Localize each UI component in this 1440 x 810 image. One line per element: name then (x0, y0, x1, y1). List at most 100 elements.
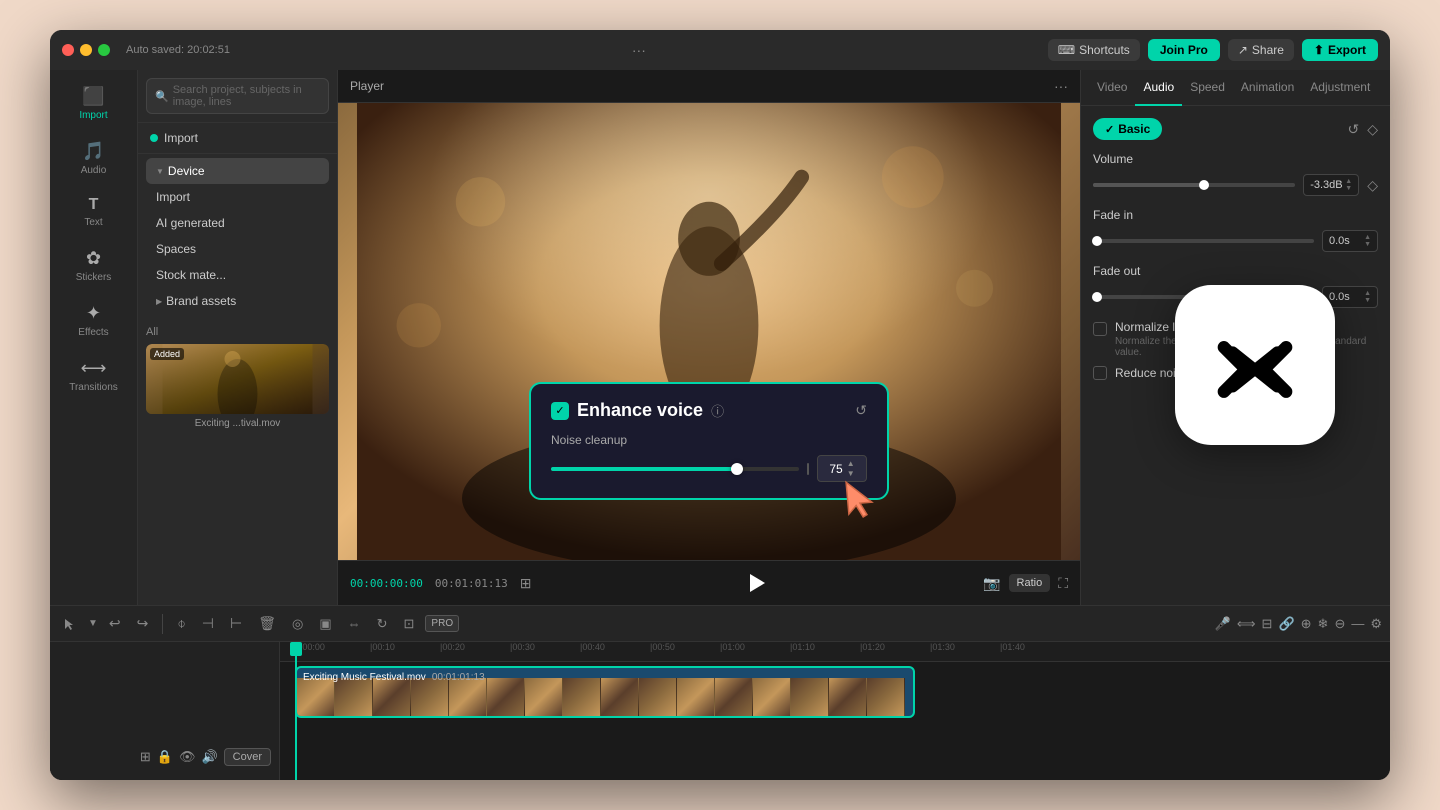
select-tool-button[interactable] (58, 613, 82, 635)
settings-button[interactable]: ⚙ (1370, 616, 1382, 632)
screenshot-icon[interactable]: 📷 (983, 575, 1000, 592)
lock-icon[interactable]: 🔒 (157, 749, 173, 765)
tool-import[interactable]: ⬛ Import (59, 78, 129, 129)
cover-button[interactable]: Cover (224, 748, 271, 766)
video-clip[interactable]: Exciting Music Festival.mov 00:01:01:13 (295, 666, 915, 718)
fi-down-arrow[interactable]: ▼ (1364, 241, 1371, 248)
fade-in-slider-row: 0.0s ▲ ▼ (1093, 230, 1378, 252)
export-button[interactable]: ⬆ Export (1302, 39, 1378, 61)
reduce-noise-checkbox[interactable] (1093, 366, 1107, 380)
sidebar-item-ai[interactable]: AI generated (146, 210, 329, 236)
trim-right-button[interactable]: ⊢ (225, 611, 247, 636)
tool-audio[interactable]: 🎵 Audio (59, 133, 129, 184)
clip-frames (297, 678, 913, 716)
title-bar: Auto saved: 20:02:51 ··· ⌨ Shortcuts Joi… (50, 30, 1390, 70)
clip-frame (753, 678, 791, 716)
fade-in-value[interactable]: 0.0s ▲ ▼ (1322, 230, 1378, 252)
sidebar-item-spaces[interactable]: Spaces (146, 236, 329, 262)
mirror-button[interactable]: ⇔ (343, 612, 366, 635)
fo-down-arrow[interactable]: ▼ (1364, 297, 1371, 304)
all-label: All (146, 326, 329, 338)
media-grid: All Added (138, 318, 337, 605)
clip-frame (677, 678, 715, 716)
grid-icon[interactable]: ⊞ (520, 575, 532, 592)
more-options-icon[interactable]: ··· (632, 42, 646, 58)
timeline-content: ⊞ 🔒 👁 🔊 Cover |00:00 |00:10 |00:20 |00:3… (50, 642, 1390, 780)
import-button[interactable]: Import (138, 123, 337, 154)
enhance-reset-icon[interactable]: ↺ (855, 402, 867, 419)
enhance-checkbox[interactable]: ✓ (551, 402, 569, 420)
tab-video[interactable]: Video (1089, 70, 1135, 106)
player-area: Player ··· (338, 70, 1080, 605)
speed-ramp-button[interactable]: ⊖ (1334, 616, 1345, 632)
reset-icon[interactable]: ↺ (1347, 121, 1359, 138)
crop-button[interactable]: ▣ (314, 612, 336, 636)
ratio-button[interactable]: Ratio (1009, 574, 1051, 592)
volume-slider[interactable] (1093, 183, 1295, 187)
fit-width-button[interactable]: ⟺ (1237, 616, 1256, 632)
preview-icon[interactable]: ⊞ (140, 749, 151, 765)
select-dropdown[interactable]: ▼ (88, 618, 98, 629)
diamond-icon[interactable]: ◇ (1367, 121, 1378, 138)
search-input[interactable]: 🔍 Search project, subjects in image, lin… (146, 78, 329, 114)
volume-slider-thumb[interactable] (1199, 180, 1209, 190)
freeze-button[interactable]: ❄ (1318, 616, 1329, 632)
vol-up-arrow[interactable]: ▲ (1345, 178, 1352, 185)
zoom-out-button[interactable]: — (1351, 616, 1364, 631)
redo-button[interactable]: ↪ (132, 611, 154, 636)
delete-button[interactable]: 🗑 (253, 611, 281, 636)
sidebar-item-device[interactable]: Device (146, 158, 329, 184)
minimize-button[interactable] (80, 44, 92, 56)
share-button[interactable]: ↗ Share (1228, 39, 1294, 61)
crop-fit-button[interactable]: ⊡ (399, 612, 420, 636)
tab-adjustment[interactable]: Adjustment (1302, 70, 1378, 106)
fade-in-thumb[interactable] (1092, 236, 1102, 246)
volume-value[interactable]: -3.3dB ▲ ▼ (1303, 174, 1359, 196)
enhance-info-icon[interactable]: ⓘ (711, 401, 724, 420)
tool-effects[interactable]: ✦ Effects (59, 295, 129, 346)
fade-in-slider[interactable] (1093, 239, 1314, 243)
join-pro-button[interactable]: Join Pro (1148, 39, 1220, 61)
tool-text[interactable]: T Text (59, 188, 129, 236)
clip-frame (411, 678, 449, 716)
normalize-checkbox[interactable] (1093, 322, 1107, 336)
play-button[interactable] (743, 569, 771, 597)
tool-transitions[interactable]: ⟷ Transitions (59, 350, 129, 401)
noise-cleanup-slider[interactable] (551, 467, 799, 471)
shortcuts-button[interactable]: ⌨ Shortcuts (1048, 39, 1140, 61)
fo-up-arrow[interactable]: ▲ (1364, 290, 1371, 297)
player-menu-icon[interactable]: ··· (1054, 78, 1068, 94)
visible-icon[interactable]: 👁 (179, 749, 196, 765)
volume-diamond-icon[interactable]: ◇ (1367, 177, 1378, 194)
split-track-button[interactable]: ⊟ (1262, 616, 1273, 632)
sidebar-item-stock[interactable]: Stock mate... (146, 262, 329, 288)
slider-thumb[interactable] (731, 463, 743, 475)
maximize-button[interactable] (98, 44, 110, 56)
pro-badge[interactable]: PRO (425, 615, 459, 632)
value-up-arrow[interactable]: ▲ (847, 459, 855, 468)
tab-audio[interactable]: Audio (1135, 70, 1182, 106)
timeline-playhead[interactable] (295, 642, 297, 780)
clone-button[interactable]: ⊕ (1301, 616, 1312, 632)
fullscreen-icon[interactable]: ⛶ (1058, 575, 1068, 592)
undo-button[interactable]: ↩ (104, 611, 126, 636)
rotate-button[interactable]: ↻ (372, 612, 393, 636)
tab-speed[interactable]: Speed (1182, 70, 1233, 106)
stabilize-button[interactable]: ◎ (287, 612, 308, 636)
vol-down-arrow[interactable]: ▼ (1345, 185, 1352, 192)
ruler-mark-2: |00:20 (440, 642, 465, 652)
split-button[interactable]: ⌽ (172, 611, 190, 636)
fade-out-thumb[interactable] (1092, 292, 1102, 302)
mic-button[interactable]: 🎤 (1215, 616, 1231, 632)
basic-badge[interactable]: Basic (1093, 118, 1162, 140)
link-button[interactable]: 🔗 (1278, 616, 1294, 632)
sidebar-item-import[interactable]: Import (146, 184, 329, 210)
tool-stickers[interactable]: ✿ Stickers (59, 240, 129, 291)
fi-up-arrow[interactable]: ▲ (1364, 234, 1371, 241)
audio-track-icon[interactable]: 🔊 (201, 749, 217, 765)
sidebar-item-brand[interactable]: ▶ Brand assets (146, 288, 329, 314)
tab-animation[interactable]: Animation (1233, 70, 1302, 106)
media-item[interactable]: Added (146, 344, 329, 429)
close-button[interactable] (62, 44, 74, 56)
trim-left-button[interactable]: ⊣ (197, 611, 219, 636)
